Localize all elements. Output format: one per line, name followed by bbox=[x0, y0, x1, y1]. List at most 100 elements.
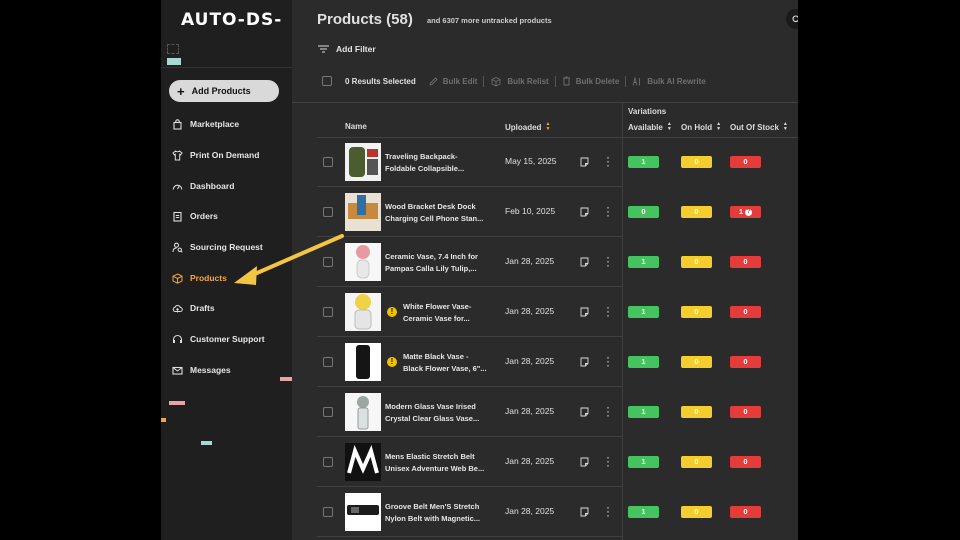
more-options-icon[interactable]: · · · bbox=[606, 451, 610, 471]
table-row[interactable]: Ceramic Vase, 7.4 Inch for Pampas Calla … bbox=[292, 237, 798, 287]
row-checkbox[interactable] bbox=[323, 357, 333, 367]
product-name[interactable]: Groove Belt Men'S Stretch Nylon Belt wit… bbox=[385, 501, 495, 525]
row-checkbox[interactable] bbox=[323, 457, 333, 467]
out-of-stock-count[interactable]: 0 bbox=[730, 156, 761, 168]
product-name[interactable]: Ceramic Vase, 7.4 Inch for Pampas Calla … bbox=[385, 251, 495, 275]
on-hold-count[interactable]: 0 bbox=[681, 306, 712, 318]
out-of-stock-count[interactable]: 1? bbox=[730, 206, 761, 218]
sort-icon[interactable]: ▲ ▼ bbox=[783, 122, 788, 132]
sidebar-item-print-on-demand[interactable]: Print On Demand bbox=[172, 147, 259, 163]
sidebar-item-marketplace[interactable]: Marketplace bbox=[172, 116, 239, 132]
product-name[interactable]: Matte Black Vase - Black Flower Vase, 6"… bbox=[403, 351, 513, 375]
out-of-stock-count[interactable]: 0 bbox=[730, 506, 761, 518]
note-icon[interactable] bbox=[580, 307, 589, 317]
table-row[interactable]: Groove Belt Men'S Stretch Nylon Belt wit… bbox=[292, 487, 798, 537]
on-hold-count[interactable]: 0 bbox=[681, 506, 712, 518]
more-options-icon[interactable]: · · · bbox=[606, 351, 610, 371]
table-row[interactable]: Traveling Backpack- Foldable Collapsible… bbox=[292, 137, 798, 187]
sidebar-item-sourcing-request[interactable]: Sourcing Request bbox=[172, 239, 263, 255]
sort-icon[interactable]: ▲ ▼ bbox=[716, 122, 721, 132]
more-options-icon[interactable]: · · · bbox=[606, 301, 610, 321]
product-thumbnail[interactable] bbox=[345, 143, 381, 181]
product-thumbnail[interactable] bbox=[345, 193, 381, 231]
more-options-icon[interactable]: · · · bbox=[606, 151, 610, 171]
available-count[interactable]: 1 bbox=[628, 356, 659, 368]
on-hold-count[interactable]: 0 bbox=[681, 456, 712, 468]
out-of-stock-count[interactable]: 0 bbox=[730, 306, 761, 318]
sidebar-item-messages[interactable]: Messages bbox=[172, 362, 231, 378]
bulk-delete-button[interactable]: Bulk Delete bbox=[562, 76, 619, 86]
table-row[interactable]: Wood Bracket Desk Dock Charging Cell Pho… bbox=[292, 187, 798, 237]
warning-icon[interactable]: ! bbox=[387, 357, 397, 367]
row-checkbox[interactable] bbox=[323, 407, 333, 417]
sidebar-item-drafts[interactable]: Drafts bbox=[172, 300, 215, 316]
table-row[interactable]: ! Matte Black Vase - Black Flower Vase, 6… bbox=[292, 337, 798, 387]
available-count[interactable]: 1 bbox=[628, 306, 659, 318]
out-of-stock-count[interactable]: 0 bbox=[730, 456, 761, 468]
on-hold-count[interactable]: 0 bbox=[681, 406, 712, 418]
bulk-edit-button[interactable]: Bulk Edit bbox=[429, 77, 477, 86]
out-of-stock-header[interactable]: Out Of Stock ▲ ▼ bbox=[730, 122, 788, 132]
note-icon[interactable] bbox=[580, 457, 589, 467]
on-hold-count[interactable]: 0 bbox=[681, 256, 712, 268]
product-name[interactable]: Modern Glass Vase Irised Crystal Clear G… bbox=[385, 401, 495, 425]
available-count[interactable]: 0 bbox=[628, 206, 659, 218]
uploaded-header[interactable]: Uploaded ▲ ▼ bbox=[505, 122, 550, 132]
sort-icon[interactable]: ▲ ▼ bbox=[667, 122, 672, 132]
table-row[interactable]: ! White Flower Vase- Ceramic Vase for... J… bbox=[292, 287, 798, 337]
note-icon[interactable] bbox=[580, 357, 589, 367]
product-name[interactable]: Mens Elastic Stretch Belt Unisex Adventu… bbox=[385, 451, 495, 475]
product-name[interactable]: Traveling Backpack- Foldable Collapsible… bbox=[385, 151, 495, 175]
row-checkbox[interactable] bbox=[323, 257, 333, 267]
available-count[interactable]: 1 bbox=[628, 456, 659, 468]
available-count[interactable]: 1 bbox=[628, 156, 659, 168]
collapse-icon[interactable] bbox=[167, 44, 179, 54]
row-checkbox[interactable] bbox=[323, 507, 333, 517]
note-icon[interactable] bbox=[580, 207, 589, 217]
more-options-icon[interactable]: · · · bbox=[606, 401, 610, 421]
available-count[interactable]: 1 bbox=[628, 256, 659, 268]
more-options-icon[interactable]: · · · bbox=[606, 251, 610, 271]
logo[interactable]: AUTO-DS- bbox=[181, 10, 282, 30]
sort-icon[interactable]: ▲ ▼ bbox=[545, 122, 550, 132]
sidebar-item-dashboard[interactable]: Dashboard bbox=[172, 178, 234, 194]
product-thumbnail[interactable] bbox=[345, 293, 381, 331]
note-icon[interactable] bbox=[580, 157, 589, 167]
bulk-ai-rewrite-button[interactable]: Bulk AI Rewrite bbox=[632, 76, 706, 86]
note-icon[interactable] bbox=[580, 257, 589, 267]
add-filter-button[interactable]: Add Filter bbox=[318, 44, 376, 54]
help-icon[interactable]: ? bbox=[745, 208, 753, 216]
on-hold-count[interactable]: 0 bbox=[681, 156, 712, 168]
product-thumbnail[interactable] bbox=[345, 443, 381, 481]
sidebar-item-products[interactable]: Products bbox=[172, 270, 227, 286]
more-options-icon[interactable]: · · · bbox=[606, 201, 610, 221]
out-of-stock-count[interactable]: 0 bbox=[730, 356, 761, 368]
warning-icon[interactable]: ! bbox=[387, 307, 397, 317]
untracked-count[interactable]: and 6307 more untracked products bbox=[427, 16, 552, 25]
row-checkbox[interactable] bbox=[323, 207, 333, 217]
add-products-button[interactable]: + Add Products bbox=[169, 80, 279, 102]
more-options-icon[interactable]: · · · bbox=[606, 501, 610, 521]
table-row[interactable]: Modern Glass Vase Irised Crystal Clear G… bbox=[292, 387, 798, 437]
select-all-checkbox[interactable] bbox=[322, 76, 332, 86]
product-name[interactable]: White Flower Vase- Ceramic Vase for... bbox=[403, 301, 513, 325]
row-checkbox[interactable] bbox=[323, 307, 333, 317]
out-of-stock-count[interactable]: 0 bbox=[730, 406, 761, 418]
on-hold-count[interactable]: 0 bbox=[681, 206, 712, 218]
sidebar-item-orders[interactable]: Orders bbox=[172, 208, 218, 224]
product-thumbnail[interactable] bbox=[345, 343, 381, 381]
table-row[interactable]: Mens Elastic Stretch Belt Unisex Adventu… bbox=[292, 437, 798, 487]
available-header[interactable]: Available ▲ ▼ bbox=[628, 122, 672, 132]
note-icon[interactable] bbox=[580, 507, 589, 517]
on-hold-count[interactable]: 0 bbox=[681, 356, 712, 368]
row-checkbox[interactable] bbox=[323, 157, 333, 167]
sidebar-item-customer-support[interactable]: Customer Support bbox=[172, 331, 265, 347]
product-thumbnail[interactable] bbox=[345, 493, 381, 531]
on-hold-header[interactable]: On Hold ▲ ▼ bbox=[681, 122, 721, 132]
out-of-stock-count[interactable]: 0 bbox=[730, 256, 761, 268]
note-icon[interactable] bbox=[580, 407, 589, 417]
available-count[interactable]: 1 bbox=[628, 406, 659, 418]
available-count[interactable]: 1 bbox=[628, 506, 659, 518]
product-name[interactable]: Wood Bracket Desk Dock Charging Cell Pho… bbox=[385, 201, 495, 225]
bulk-relist-button[interactable]: Bulk Relist bbox=[490, 76, 549, 87]
